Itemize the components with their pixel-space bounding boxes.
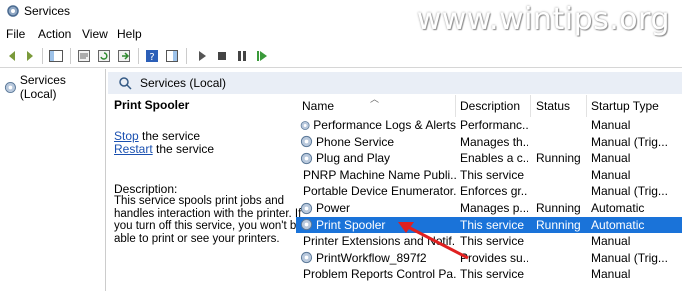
annotation-arrow: [398, 222, 469, 260]
